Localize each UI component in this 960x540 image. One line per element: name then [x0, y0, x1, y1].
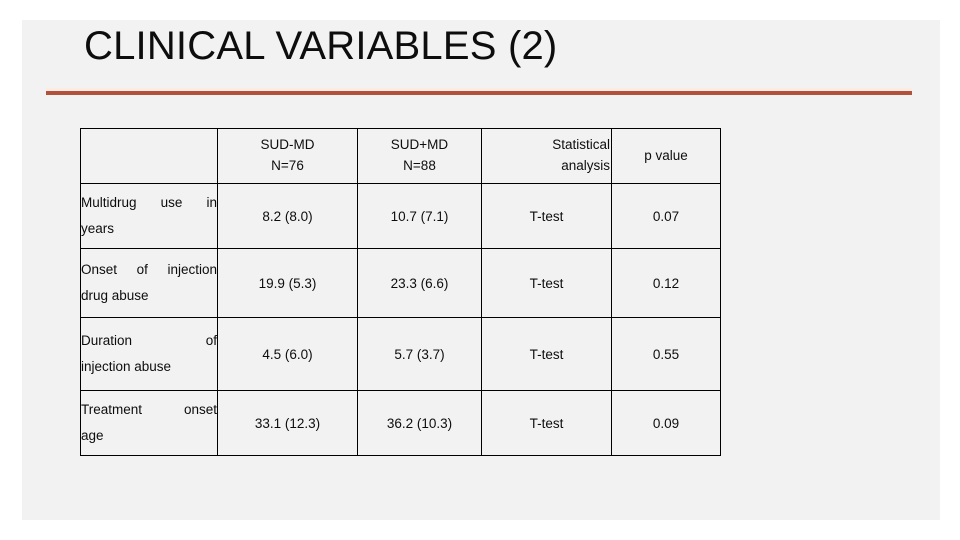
header-cell-variable [80, 128, 218, 184]
row-label-line-2: age [81, 428, 104, 443]
row-label-onset-injection-drug-abuse: Onset of injection drug abuse [80, 248, 218, 318]
header-cell-p-value: p value [611, 128, 721, 184]
header-cell-sud-minus-md: SUD-MD N=76 [217, 128, 358, 184]
cell-statistical-analysis: T-test [481, 248, 612, 318]
cell-sud-minus-md: 19.9 (5.3) [217, 248, 358, 318]
cell-sud-plus-md: 5.7 (3.7) [357, 317, 482, 391]
cell-statistical-analysis: T-test [481, 183, 612, 249]
header-cell-sud-plus-md: SUD+MD N=88 [357, 128, 482, 184]
table-row: Duration of injection abuse 4.5 (6.0) 5.… [80, 317, 721, 391]
cell-statistical-analysis: T-test [481, 317, 612, 391]
cell-sud-plus-md: 10.7 (7.1) [357, 183, 482, 249]
row-label-line-2: drug abuse [81, 288, 149, 303]
header-analysis-label: analysis [561, 158, 610, 173]
table-row: Onset of injection drug abuse 19.9 (5.3)… [80, 248, 721, 318]
row-label-treatment-onset-age: Treatment onset age [80, 390, 218, 456]
row-label-line-2: years [81, 221, 115, 236]
header-sud-minus-md-n: N=76 [271, 158, 304, 173]
row-label-multidrug-use: Multidrug use in years [80, 183, 218, 249]
clinical-variables-table-container: SUD-MD N=76 SUD+MD N=88 Statistical anal… [80, 128, 721, 456]
cell-sud-minus-md: 33.1 (12.3) [217, 390, 358, 456]
table-row: Multidrug use in years 8.2 (8.0) 10.7 (7… [80, 183, 721, 249]
header-cell-statistical-analysis: Statistical analysis [481, 128, 612, 184]
table-row: Treatment onset age 33.1 (12.3) 36.2 (10… [80, 390, 721, 456]
page-title: CLINICAL VARIABLES (2) [84, 24, 558, 68]
cell-p-value: 0.12 [611, 248, 721, 318]
cell-sud-minus-md: 8.2 (8.0) [217, 183, 358, 249]
clinical-variables-table: SUD-MD N=76 SUD+MD N=88 Statistical anal… [80, 128, 721, 456]
row-label-line-1: Treatment onset [81, 401, 217, 417]
header-statistical-label: Statistical [552, 137, 610, 153]
title-divider [46, 88, 912, 96]
cell-sud-minus-md: 4.5 (6.0) [217, 317, 358, 391]
cell-sud-plus-md: 23.3 (6.6) [357, 248, 482, 318]
cell-statistical-analysis: T-test [481, 390, 612, 456]
row-label-line-2: injection abuse [81, 359, 172, 374]
header-sud-minus-md-label: SUD-MD [260, 137, 315, 153]
cell-sud-plus-md: 36.2 (10.3) [357, 390, 482, 456]
cell-p-value: 0.09 [611, 390, 721, 456]
header-sud-plus-md-n: N=88 [403, 158, 436, 173]
header-sud-plus-md-label: SUD+MD [390, 137, 449, 153]
row-label-line-1: Multidrug use in [81, 194, 217, 210]
row-label-line-1: Duration of [81, 332, 217, 348]
cell-p-value: 0.07 [611, 183, 721, 249]
row-label-duration-injection-abuse: Duration of injection abuse [80, 317, 218, 391]
table-header-row: SUD-MD N=76 SUD+MD N=88 Statistical anal… [80, 128, 721, 184]
row-label-line-1: Onset of injection [81, 261, 217, 277]
slide-canvas: CLINICAL VARIABLES (2) SUD-MD N=76 SUD+M… [22, 20, 940, 520]
cell-p-value: 0.55 [611, 317, 721, 391]
divider-accent-line [46, 91, 912, 95]
